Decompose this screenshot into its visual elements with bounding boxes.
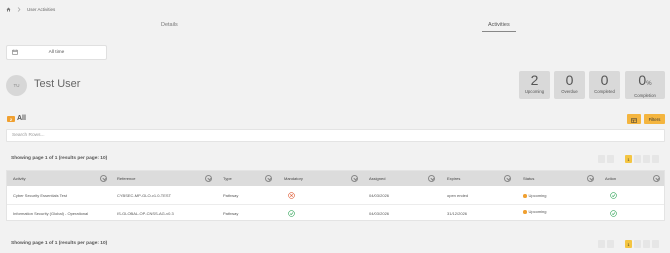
chevron-right-icon <box>17 6 21 12</box>
cell-assigned: 04/03/2026 <box>369 193 390 198</box>
stat-suffix: % <box>646 81 652 87</box>
date-range-value: All time <box>48 50 65 55</box>
table-row[interactable]: Cyber Security Essentials Test CYBSEC-MP… <box>7 187 664 205</box>
column-header-activity[interactable]: Activity <box>13 176 26 181</box>
status-dot-icon <box>523 194 527 198</box>
sort-icon[interactable] <box>265 174 272 182</box>
cell-activity[interactable]: Cyber Security Essentials Test <box>13 193 67 198</box>
sort-icon[interactable] <box>653 174 660 182</box>
first-page-button[interactable] <box>598 240 605 248</box>
table-row[interactable]: Information Security (Global) - Operatio… <box>7 205 664 223</box>
paging-info-bottom: Showing page 1 of 1 (results per page: 1… <box>11 241 108 246</box>
cross-circle-icon <box>288 192 295 199</box>
cell-activity[interactable]: Information Security (Global) - Operatio… <box>13 211 88 216</box>
cell-expires: open ended <box>447 193 469 198</box>
tab-details[interactable]: Details <box>161 22 178 31</box>
cell-assigned: 04/03/2026 <box>369 211 390 216</box>
check-circle-icon[interactable] <box>610 192 617 199</box>
stat-value: 0 <box>600 72 609 88</box>
stat-value: 2 <box>530 72 539 88</box>
sort-icon[interactable] <box>504 174 511 182</box>
prev-page-button[interactable] <box>607 155 614 163</box>
column-header-status[interactable]: Status <box>523 176 534 181</box>
check-circle-icon <box>288 210 295 217</box>
next-page-button[interactable] <box>634 155 641 163</box>
filters-button[interactable]: Filters <box>644 114 665 124</box>
sort-icon[interactable] <box>100 174 107 182</box>
column-header-reference[interactable]: Reference <box>117 176 135 181</box>
sort-icon[interactable] <box>205 174 212 182</box>
user-name: Test User <box>34 78 81 90</box>
status-label: Upcoming <box>528 209 547 214</box>
column-header-mandatory[interactable]: Mandatory <box>284 176 303 181</box>
sort-icon[interactable] <box>428 174 435 182</box>
pager-top: 1 <box>598 155 659 163</box>
activities-table: Activity Reference Type Mandatory Assign… <box>6 170 665 221</box>
stat-completion: 0% Completion <box>625 71 665 99</box>
table-header: Activity Reference Type Mandatory Assign… <box>7 171 664 186</box>
end-page-button[interactable] <box>652 155 659 163</box>
stat-upcoming: 2 Upcoming <box>519 71 550 99</box>
sort-icon[interactable] <box>587 174 594 182</box>
tab-activities[interactable]: Activities <box>482 22 516 32</box>
cell-reference: IS-GLOBAL-OP-CNSS-AG-v0.3 <box>117 211 174 216</box>
cell-status: Upcoming <box>523 209 547 214</box>
export-icon <box>631 110 637 128</box>
cell-reference: CYBSEC-MP-GLO-v1.0-TEST <box>117 193 172 198</box>
pager-bottom: 1 <box>598 240 659 248</box>
first-page-button[interactable] <box>598 155 605 163</box>
last-page-button[interactable] <box>643 155 650 163</box>
search-input[interactable]: Search Rows... <box>6 129 665 142</box>
cell-expires: 31/12/2026 <box>447 211 468 216</box>
cell-type: Pathway <box>223 193 239 198</box>
export-button[interactable] <box>627 114 641 124</box>
stat-label: Completed <box>594 89 615 94</box>
end-page-button[interactable] <box>652 240 659 248</box>
avatar: TU <box>6 75 27 96</box>
prev-page-button[interactable] <box>607 240 614 248</box>
stat-label: Overdue <box>561 89 578 94</box>
column-header-type[interactable]: Type <box>223 176 232 181</box>
stat-label: Completion <box>634 93 656 98</box>
breadcrumb-current: User Activities <box>27 6 56 12</box>
column-header-action[interactable]: Action <box>605 176 616 181</box>
page-button-current[interactable]: 1 <box>625 155 632 163</box>
breadcrumb: User Activities <box>6 5 55 13</box>
column-header-assigned[interactable]: Assigned <box>369 176 385 181</box>
page-button-current[interactable]: 1 <box>625 240 632 248</box>
stat-completed: 0 Completed <box>589 71 620 99</box>
stat-value-wrap: 0% <box>625 72 665 93</box>
last-page-button[interactable] <box>643 240 650 248</box>
cell-type: Pathway <box>223 211 239 216</box>
home-icon[interactable] <box>6 7 11 12</box>
date-range-select[interactable]: All time <box>6 45 107 60</box>
next-page-button[interactable] <box>634 240 641 248</box>
cell-status: Upcoming <box>523 193 547 198</box>
status-label: Upcoming <box>528 193 547 198</box>
stat-value: 0 <box>565 72 574 88</box>
paging-info-top: Showing page 1 of 1 (results per page: 1… <box>11 156 108 161</box>
stat-overdue: 0 Overdue <box>554 71 585 99</box>
check-circle-icon[interactable] <box>610 210 617 217</box>
column-header-expires[interactable]: Expires <box>447 176 460 181</box>
status-dot-icon <box>523 210 527 214</box>
tab-bar: Details Activities <box>0 22 670 36</box>
count-badge: 2 <box>7 116 15 122</box>
list-title: All <box>17 115 26 122</box>
sort-icon[interactable] <box>351 174 358 182</box>
stat-label: Upcoming <box>524 89 545 94</box>
